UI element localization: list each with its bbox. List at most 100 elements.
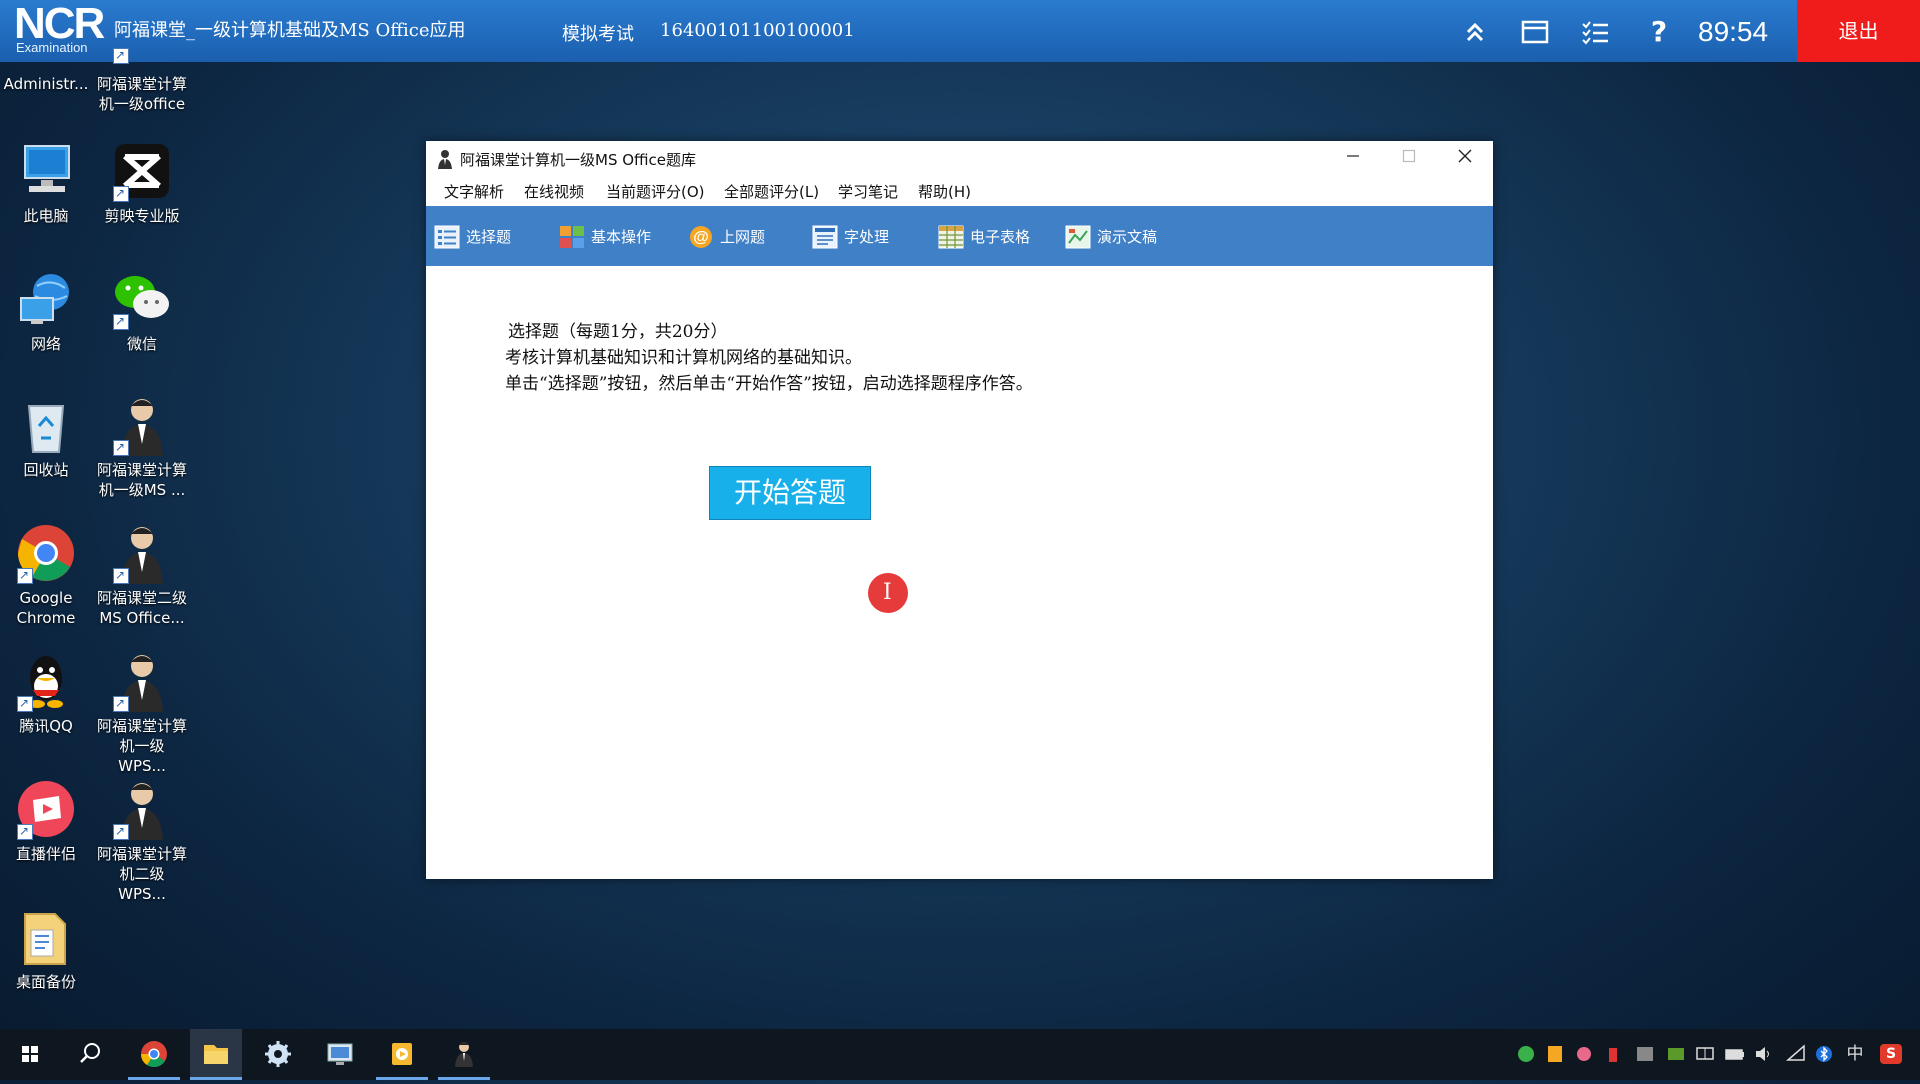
desktop-icon-live-companion[interactable]: 直播伴侣 <box>0 778 92 864</box>
desktop-icon-afu-ms1[interactable]: 阿福课堂计算机一级MS ... <box>96 394 188 500</box>
wifi-icon[interactable] <box>1786 1044 1806 1064</box>
chrome-icon[interactable] <box>128 1029 180 1080</box>
desktop-icon-afu-ms2[interactable]: 阿福课堂二级MS Office... <box>96 522 188 628</box>
document-icon <box>812 225 838 249</box>
app-icon[interactable] <box>1516 1044 1536 1064</box>
toolbar-label: 基本操作 <box>591 228 652 246</box>
start-icon[interactable] <box>4 1029 56 1080</box>
window-icon[interactable] <box>1520 18 1550 46</box>
instruction-steps: 单击“选择题”按钮，然后单击“开始作答”按钮，启动选择题程序作答。 <box>505 374 1033 394</box>
desktop-icon-label: 阿福课堂计算机一级office <box>96 75 187 113</box>
desktop-icon-chrome[interactable]: Google Chrome <box>0 522 92 628</box>
collapse-icon[interactable] <box>1460 18 1490 46</box>
desktop-icon-label: 阿福课堂计算机二级WPS... <box>96 845 187 903</box>
window-title: 阿福课堂计算机一级MS Office题库 <box>460 151 697 169</box>
countdown-timer: 89:54 <box>1698 16 1769 47</box>
instruction-heading: 选择题（每题1分，共20分） <box>508 322 728 342</box>
menu-score-current[interactable]: 当前题评分(O) <box>606 181 705 202</box>
desktop-icon-label: 阿福课堂计算机一级WPS... <box>96 717 187 775</box>
desktop-icon-label: Google Chrome <box>16 589 76 627</box>
person-icon[interactable] <box>438 1029 490 1080</box>
search-icon[interactable] <box>64 1029 116 1080</box>
menu-text-analysis[interactable]: 文字解析 <box>444 181 504 202</box>
toolbar-label: 演示文稿 <box>1097 228 1158 246</box>
taskbar: 中 S <box>0 1029 1920 1080</box>
desktop-icon-capcut[interactable]: 剪映专业版 <box>96 140 188 226</box>
toolbar-label: 字处理 <box>844 228 890 246</box>
at-icon: @ <box>688 225 714 249</box>
recycle-bin-icon <box>15 394 77 456</box>
person-icon <box>111 650 173 713</box>
desktop-icon-administrator[interactable]: Administr... <box>0 14 92 94</box>
ime-indicator[interactable]: 中 <box>1845 1044 1865 1064</box>
volume-icon[interactable] <box>1754 1044 1774 1064</box>
desktop-icon-label: 剪映专业版 <box>104 207 180 225</box>
app-shortcut-icon <box>111 14 173 70</box>
chrome-icon <box>15 522 77 585</box>
minimize-button[interactable] <box>1325 141 1381 177</box>
desktop-icon-label: 回收站 <box>23 461 69 479</box>
desktop-icon-qq[interactable]: 腾讯QQ <box>0 650 92 736</box>
app-icon[interactable] <box>1545 1044 1565 1064</box>
maximize-button[interactable] <box>1381 141 1437 177</box>
nvidia-icon[interactable] <box>1666 1044 1686 1064</box>
toolbar-label: 电子表格 <box>970 228 1031 246</box>
list-icon <box>434 225 460 249</box>
list-icon[interactable] <box>1580 18 1610 46</box>
folder-icon <box>15 906 77 968</box>
desktop-icon-afu-wps2[interactable]: 阿福课堂计算机二级WPS... <box>96 778 188 904</box>
menu-online-video[interactable]: 在线视频 <box>524 181 584 202</box>
desktop-icon-network[interactable]: 网络 <box>0 268 92 354</box>
app-icon[interactable] <box>1635 1044 1655 1064</box>
file-explorer-icon[interactable] <box>190 1029 242 1080</box>
qq-icon <box>15 650 77 713</box>
desktop-icon-afu-wps1[interactable]: 阿福课堂计算机一级WPS... <box>96 650 188 776</box>
bluetooth-icon[interactable] <box>1814 1044 1834 1064</box>
desktop-icon-label: 微信 <box>126 335 157 353</box>
desktop-icon-recycle-bin[interactable]: 回收站 <box>0 394 92 480</box>
person-icon <box>111 394 173 457</box>
svg-text:@: @ <box>693 229 709 246</box>
app-icon[interactable] <box>1574 1044 1594 1064</box>
close-button[interactable] <box>1437 141 1493 177</box>
desktop-icon-label: Administr... <box>3 75 89 93</box>
menu-study-notes[interactable]: 学习笔记 <box>838 181 898 202</box>
player-icon[interactable] <box>376 1029 428 1080</box>
menu-score-all[interactable]: 全部题评分(L) <box>724 181 819 202</box>
user-folder-icon <box>15 14 77 70</box>
person-icon <box>111 522 173 585</box>
person-icon <box>436 149 454 169</box>
desktop-icon-desktop-backup[interactable]: 桌面备份 <box>0 906 92 992</box>
desktop-icon-label: 阿福课堂二级MS Office... <box>96 589 187 627</box>
desktop-icon-wechat[interactable]: 微信 <box>96 268 188 354</box>
toolbar-label: 选择题 <box>466 228 512 246</box>
sogou-ime-icon[interactable]: S <box>1880 1044 1902 1064</box>
start-answer-button[interactable]: 开始答题 <box>709 466 871 520</box>
screen-icon[interactable] <box>314 1029 366 1080</box>
window-title-bar[interactable]: 阿福课堂计算机一级MS Office题库 <box>426 141 1493 177</box>
spreadsheet-icon <box>938 225 964 249</box>
exit-button[interactable]: 退出 <box>1797 0 1920 62</box>
desktop-icon-this-pc[interactable]: 此电脑 <box>0 140 92 226</box>
exam-top-bar: NCR Examination 阿福课堂_一级计算机基础及MS Office应用… <box>0 0 1920 62</box>
menu-help[interactable]: 帮助(H) <box>918 181 971 202</box>
help-icon[interactable]: ? <box>1644 18 1674 46</box>
display-icon[interactable] <box>1695 1044 1715 1064</box>
settings-gear-icon[interactable] <box>252 1029 304 1080</box>
exam-number: 16400101100100001 <box>660 20 855 41</box>
person-icon <box>111 778 173 841</box>
app-icon[interactable] <box>1603 1044 1623 1064</box>
computer-icon <box>15 140 77 202</box>
desktop-icon-label: 网络 <box>30 335 61 353</box>
grid-icon <box>559 225 585 249</box>
live-icon <box>15 778 77 841</box>
cursor-highlight <box>868 573 908 613</box>
desktop-icon-label: 桌面备份 <box>15 973 76 991</box>
capcut-icon <box>111 140 173 203</box>
exam-mode: 模拟考试 <box>562 24 634 45</box>
wechat-icon <box>111 268 173 331</box>
battery-icon[interactable] <box>1725 1044 1745 1064</box>
instruction-panel: 选择题（每题1分，共20分） 考核计算机基础知识和计算机网络的基础知识。 单击“… <box>426 266 1493 879</box>
app-window: 阿福课堂计算机一级MS Office题库 文字解析 在线视频 当前题评分(O) … <box>426 141 1493 879</box>
desktop-icon-afu-office[interactable]: 阿福课堂计算机一级office <box>96 14 188 114</box>
